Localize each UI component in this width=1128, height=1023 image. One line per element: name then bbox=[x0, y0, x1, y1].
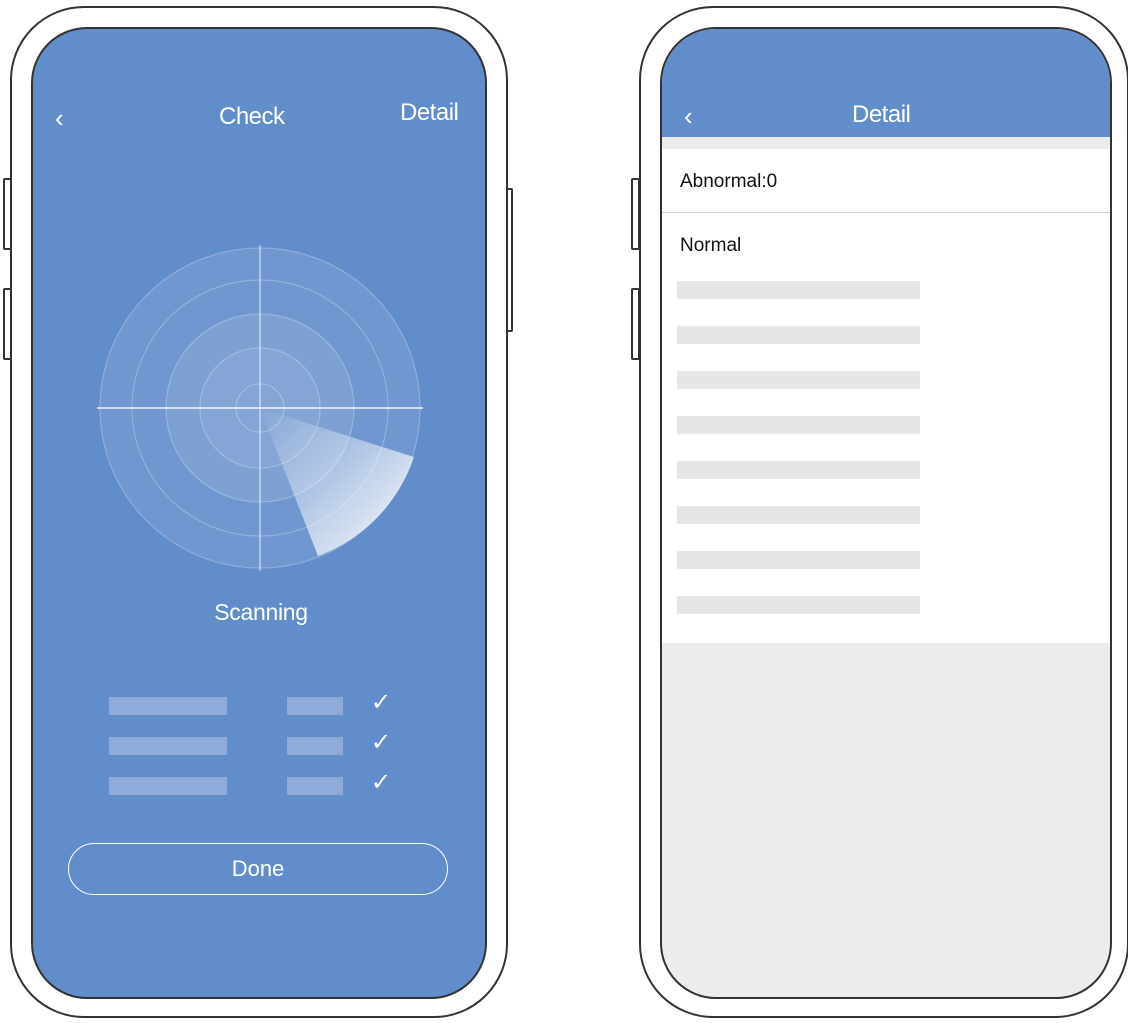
page-title: Detail bbox=[852, 101, 911, 128]
item-value-placeholder bbox=[287, 777, 343, 795]
list-item bbox=[677, 461, 920, 479]
item-name-placeholder bbox=[109, 697, 227, 715]
radar-scanner bbox=[97, 245, 423, 571]
item-value-placeholder bbox=[287, 737, 343, 755]
item-value-placeholder bbox=[287, 697, 343, 715]
phone-frame-check: ‹ Check Detail Scanning ✓ ✓ ✓ Done bbox=[10, 6, 508, 1018]
check-icon: ✓ bbox=[371, 689, 392, 716]
back-icon[interactable]: ‹ bbox=[684, 103, 693, 129]
back-icon[interactable]: ‹ bbox=[55, 105, 64, 131]
list-item bbox=[677, 506, 920, 524]
done-button[interactable]: Done bbox=[68, 843, 448, 895]
list-item bbox=[677, 551, 920, 569]
abnormal-count: Abnormal:0 bbox=[680, 171, 778, 192]
list-item bbox=[677, 596, 920, 614]
check-item: ✓ bbox=[109, 771, 409, 797]
list-item bbox=[677, 326, 920, 344]
check-item: ✓ bbox=[109, 731, 409, 757]
scanning-status: Scanning bbox=[214, 599, 308, 625]
abnormal-row[interactable]: Abnormal:0 bbox=[662, 149, 1110, 213]
item-name-placeholder bbox=[109, 777, 227, 795]
page-title: Check bbox=[219, 103, 285, 130]
header-divider bbox=[662, 137, 1110, 149]
check-item: ✓ bbox=[109, 691, 409, 717]
list-item bbox=[677, 281, 920, 299]
check-screen: ‹ Check Detail Scanning ✓ ✓ ✓ Done bbox=[31, 27, 487, 999]
list-item bbox=[677, 371, 920, 389]
detail-link[interactable]: Detail bbox=[400, 101, 459, 125]
normal-section: Normal bbox=[662, 213, 1110, 643]
phone-frame-detail: ‹ Detail Abnormal:0 Normal bbox=[639, 6, 1128, 1018]
normal-heading: Normal bbox=[680, 235, 742, 256]
detail-screen: ‹ Detail Abnormal:0 Normal bbox=[660, 27, 1112, 999]
check-icon: ✓ bbox=[371, 769, 392, 796]
detail-header: ‹ Detail bbox=[662, 29, 1110, 137]
item-name-placeholder bbox=[109, 737, 227, 755]
list-item bbox=[677, 416, 920, 434]
check-icon: ✓ bbox=[371, 729, 392, 756]
